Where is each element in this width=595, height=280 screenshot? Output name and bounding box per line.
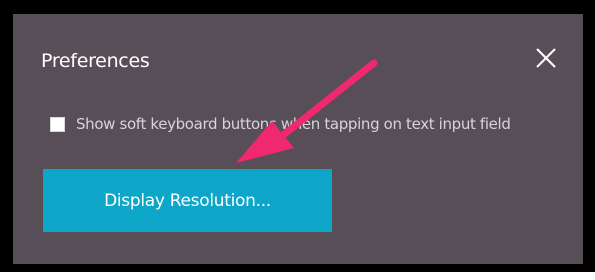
screenshot-frame: Preferences Show soft keyboard buttons w…	[0, 0, 595, 272]
soft-keyboard-option: Show soft keyboard buttons when tapping …	[50, 112, 511, 136]
close-icon	[536, 48, 556, 68]
dialog-title: Preferences	[41, 50, 150, 72]
soft-keyboard-checkbox[interactable]	[50, 116, 65, 132]
preferences-dialog: Preferences Show soft keyboard buttons w…	[13, 14, 583, 264]
close-button[interactable]	[531, 43, 561, 73]
display-resolution-button[interactable]: Display Resolution...	[43, 169, 332, 232]
soft-keyboard-label: Show soft keyboard buttons when tapping …	[76, 115, 511, 133]
